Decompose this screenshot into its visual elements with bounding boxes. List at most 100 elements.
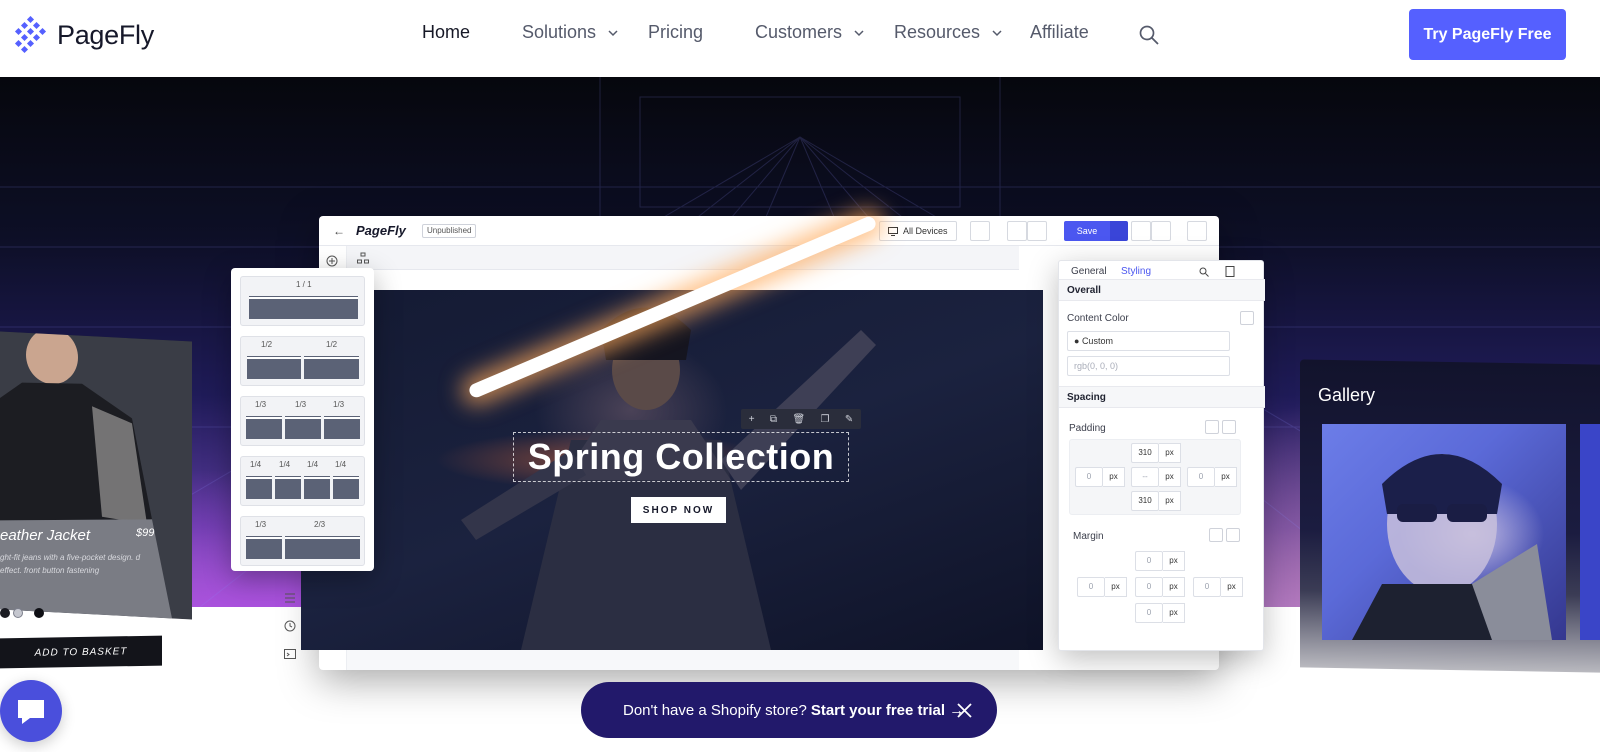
col-label: 1/4 [279,460,291,469]
nav-affiliate[interactable]: Affiliate [1030,22,1089,43]
margin-bottom-unit[interactable]: px [1163,603,1185,623]
margin-left-unit[interactable]: px [1105,577,1127,597]
col-block [304,477,330,499]
nav-resources-label: Resources [894,22,981,42]
margin-bottom-input[interactable]: 0 [1135,603,1163,623]
nav-customers[interactable]: Customers [755,22,866,43]
sitemap-icon[interactable] [357,252,369,264]
add-element-icon[interactable] [326,255,338,267]
delete-icon[interactable]: 🗑︎ [792,414,805,425]
banner-text: Don't have a Shopify store? [623,701,807,719]
padding-left-input[interactable]: 0 [1075,467,1103,487]
swatch-dark[interactable] [34,608,44,618]
gallery-image[interactable] [1322,424,1566,640]
tab-general[interactable]: General [1071,266,1107,277]
content-color-label: Content Color [1067,313,1129,324]
publish-icon[interactable] [1151,221,1171,241]
margin-center-unit[interactable]: px [1163,577,1185,597]
canvas-headline[interactable]: Spring Collection [513,432,849,482]
col-label: 1/4 [307,460,319,469]
chat-button[interactable] [0,680,62,742]
save-dropdown-button[interactable] [1110,221,1128,241]
padding-left-unit[interactable]: px [1103,467,1125,487]
preview-eye-icon[interactable] [1131,221,1151,241]
section-spacing[interactable]: Spacing [1059,386,1265,408]
style-brush-icon[interactable]: ✎ [845,414,853,425]
padding-bottom-input[interactable]: 310 [1131,491,1159,511]
color-value-input[interactable]: rgb(0, 0, 0) [1067,356,1230,376]
margin-label: Margin [1073,531,1104,542]
color-select-value: Custom [1081,336,1113,346]
chat-bubble-icon [18,700,44,724]
history-icon[interactable] [284,620,296,632]
nav-solutions-label: Solutions [522,22,597,42]
layout-option-1-3-2-3[interactable]: 1/3 2/3 [240,516,365,566]
nav-solutions[interactable]: Solutions [522,22,620,43]
editor-toolbar: ← PageFly Unpublished All Devices Save [319,216,1219,246]
col-block [285,537,360,559]
col-block [249,297,358,319]
margin-top-unit[interactable]: px [1163,551,1185,571]
add-to-basket-button[interactable]: ADD TO BASKET [0,635,162,669]
more-options-icon[interactable] [1187,221,1207,241]
device-toggle-icon[interactable] [1240,311,1254,325]
col-label: 1/4 [335,460,347,469]
col-block [246,477,272,499]
margin-top-input[interactable]: 0 [1135,551,1163,571]
nav-pricing[interactable]: Pricing [648,22,703,43]
start-free-trial-link[interactable]: Start your free trial → [811,702,964,719]
section-overall[interactable]: Overall [1059,279,1265,301]
redo-icon[interactable] [1027,221,1047,241]
back-arrow-icon[interactable]: ← [333,224,345,238]
add-icon[interactable]: + [749,414,755,425]
col-label: 1/2 [326,340,338,349]
copy-icon[interactable]: ❐ [821,414,830,425]
shop-now-button[interactable]: SHOP NOW [631,497,726,523]
swatch-black[interactable] [0,608,10,618]
undo-icon[interactable] [1007,221,1027,241]
document-icon[interactable] [1225,266,1235,277]
padding-top-input[interactable]: 310 [1131,443,1159,463]
search-icon[interactable] [1199,267,1209,277]
swatch-grey[interactable] [13,608,23,618]
layout-option-1-2[interactable]: 1/2 1/2 [240,336,365,386]
layout-option-1-1[interactable]: 1 / 1 [240,276,365,326]
layout-icon[interactable] [970,221,990,241]
gallery-next-slide [1580,424,1600,640]
devices-select[interactable]: All Devices [879,221,957,241]
margin-center-input[interactable]: 0 [1135,577,1163,597]
styling-panel: General Styling Overall Content Color ● … [1058,260,1265,651]
layout-option-1-4[interactable]: 1/4 1/4 1/4 1/4 [240,456,365,506]
content-color-select[interactable]: ● Custom [1067,331,1230,351]
layout-option-1-3[interactable]: 1/3 1/3 1/3 [240,396,365,446]
reset-icon[interactable] [1205,420,1219,434]
element-toolbar[interactable]: + ⧉ 🗑︎ ❐ ✎ [741,409,861,429]
padding-top-unit[interactable]: px [1159,443,1181,463]
padding-center-input[interactable]: -- [1131,467,1159,487]
padding-bottom-unit[interactable]: px [1159,491,1181,511]
save-button[interactable]: Save [1064,221,1110,241]
monitor-icon [888,226,898,236]
reset-icon[interactable] [1209,528,1223,542]
col-label: 2/3 [314,520,326,529]
search-icon[interactable] [1138,24,1160,46]
nav-home[interactable]: Home [422,22,470,43]
product-title: eather Jacket [0,527,91,544]
duplicate-icon[interactable]: ⧉ [770,414,777,425]
top-navigation: PageFly Home Solutions Pricing Customers… [0,0,1600,77]
margin-right-unit[interactable]: px [1221,577,1243,597]
close-icon[interactable] [956,702,973,719]
nav-resources[interactable]: Resources [894,22,1004,43]
padding-center-unit[interactable]: px [1159,467,1181,487]
margin-left-input[interactable]: 0 [1077,577,1105,597]
padding-right-unit[interactable]: px [1215,467,1237,487]
code-icon[interactable] [284,648,296,660]
device-toggle-icon[interactable] [1226,528,1240,542]
try-pagefly-free-button[interactable]: Try PageFly Free [1409,9,1566,60]
col-label: 1/2 [261,340,273,349]
device-toggle-icon[interactable] [1222,420,1236,434]
pagefly-logo[interactable]: PageFly [11,16,154,54]
list-icon[interactable] [284,592,296,604]
margin-right-input[interactable]: 0 [1193,577,1221,597]
padding-right-input[interactable]: 0 [1187,467,1215,487]
